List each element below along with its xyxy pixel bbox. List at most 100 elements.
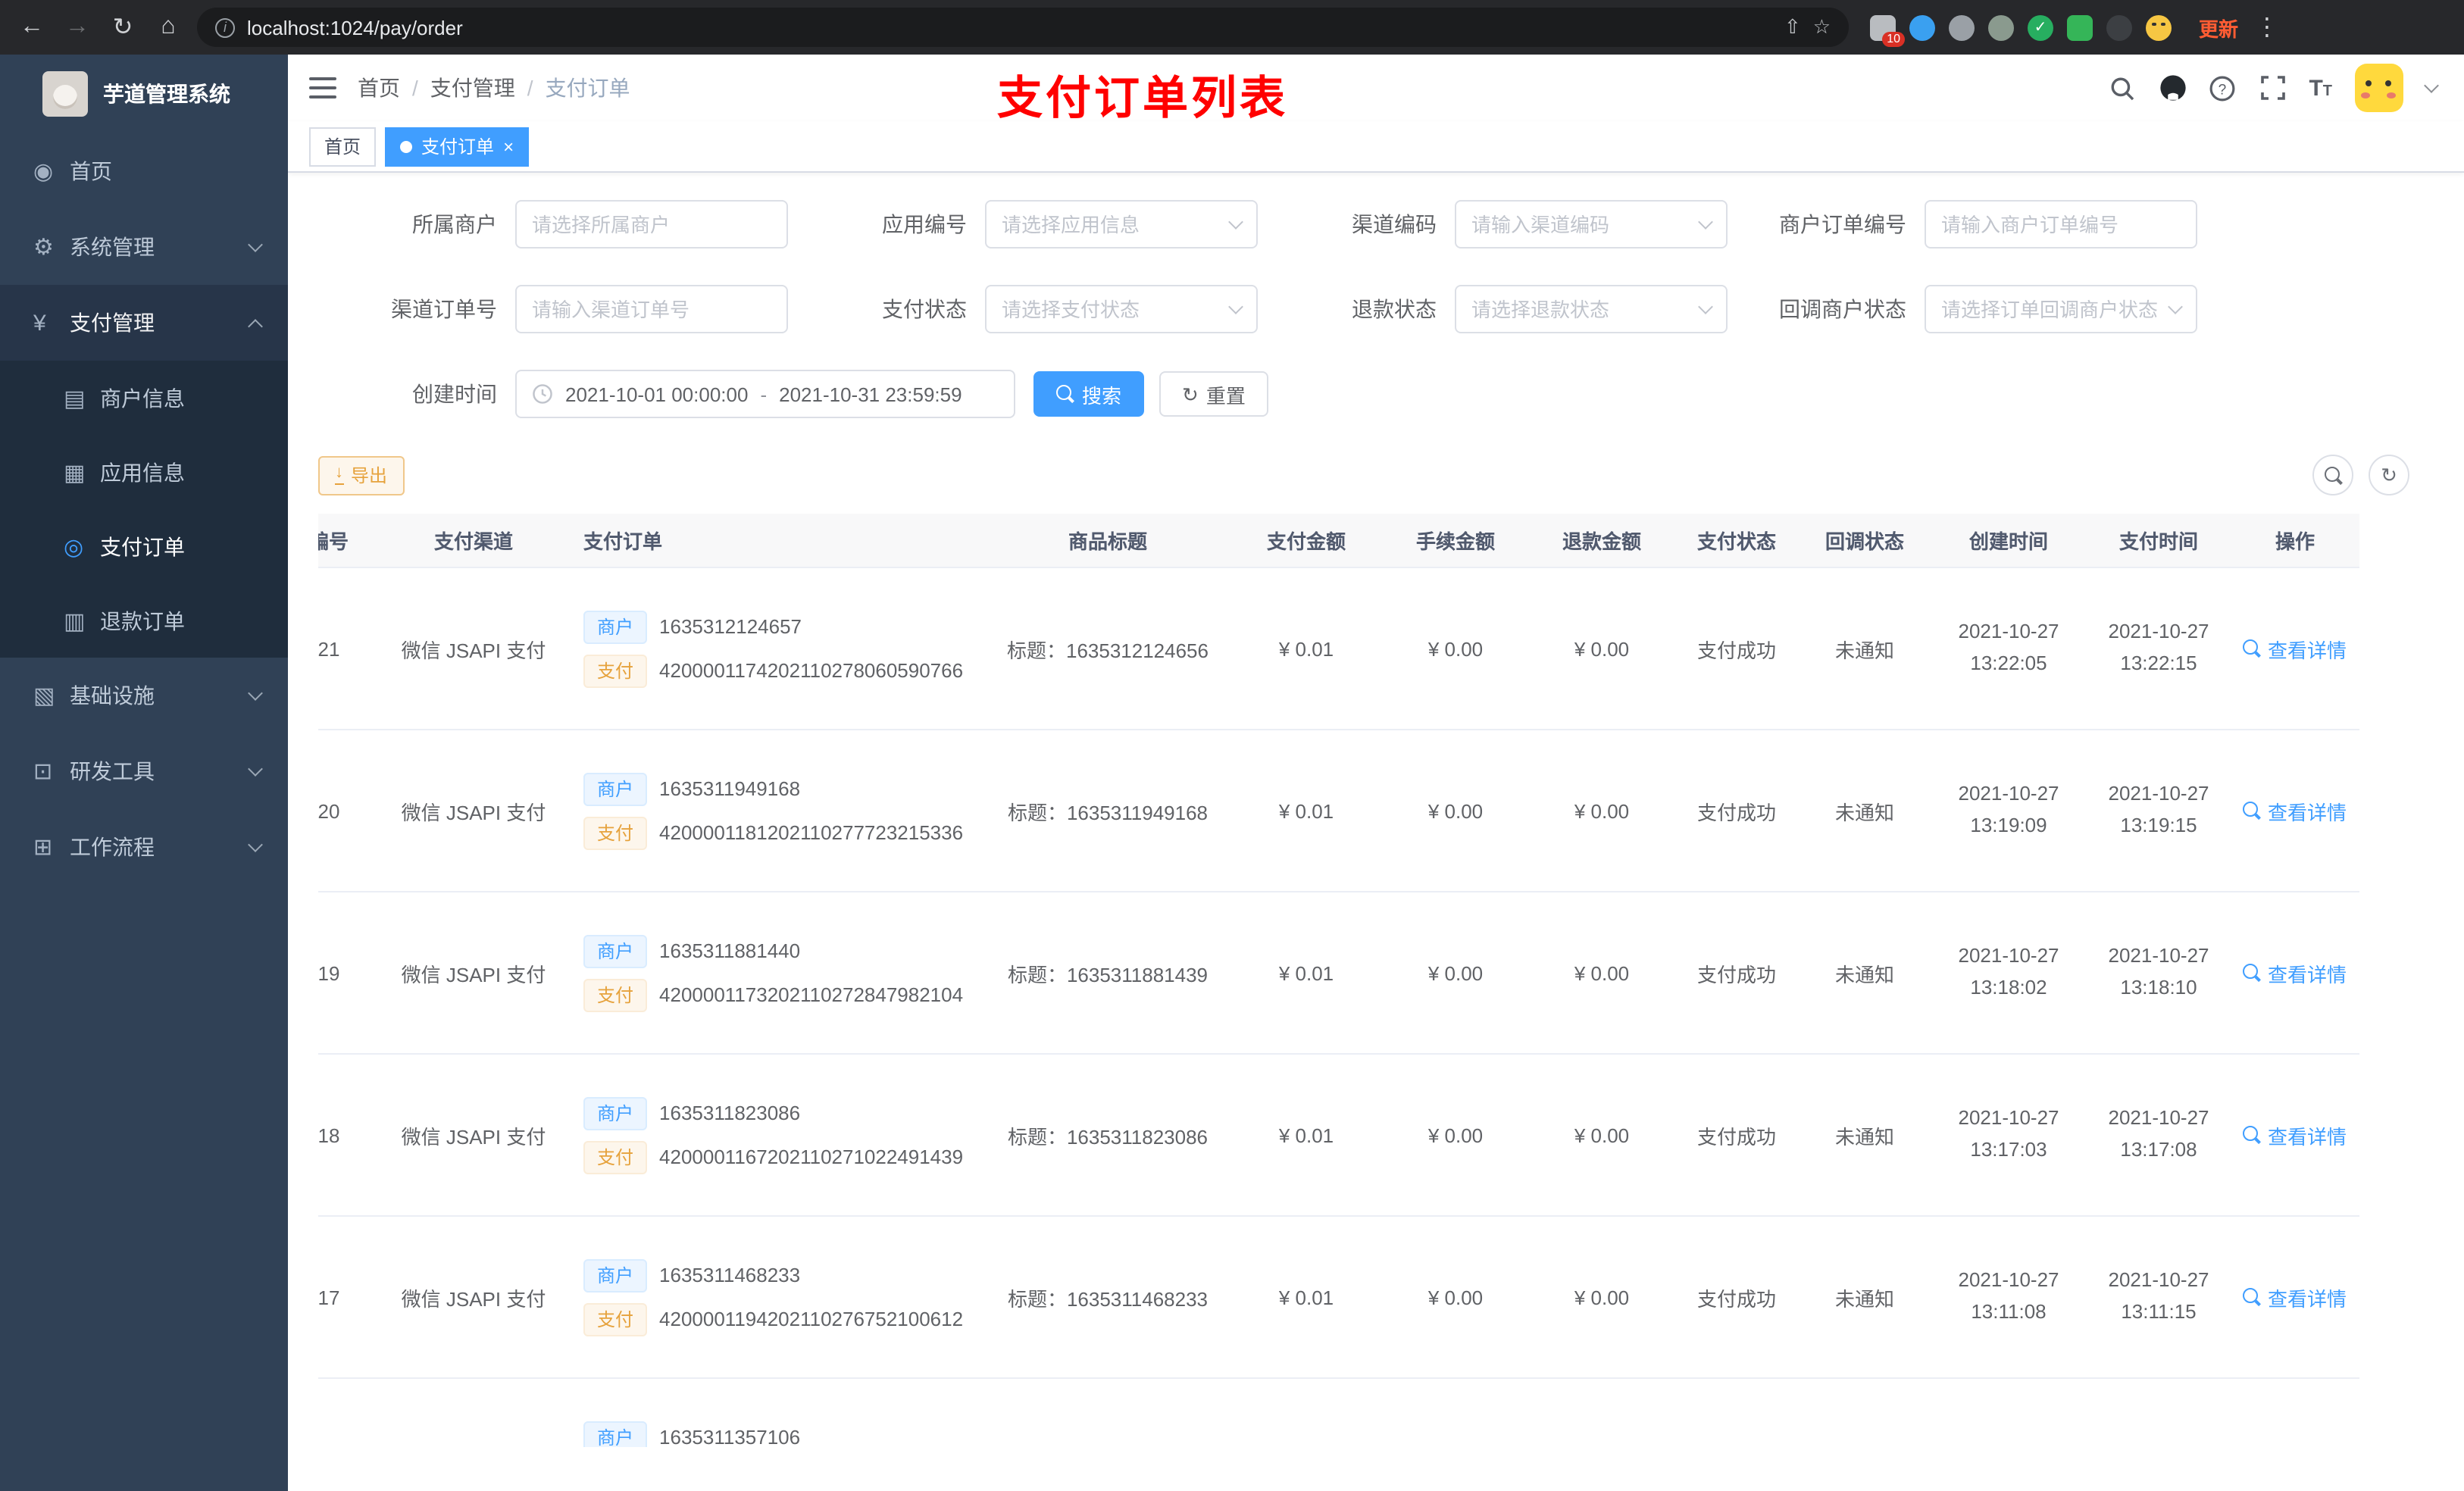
pay-tag: 支付 xyxy=(583,1140,648,1174)
sidebar-item-dev-tools[interactable]: ⊡ 研发工具 xyxy=(0,733,288,809)
merchant-order-no-input-wrap[interactable] xyxy=(1925,200,2197,248)
col-fee: 手续金额 xyxy=(1415,530,1495,553)
gray-extension-icon[interactable] xyxy=(1949,14,1975,40)
browser-menu-icon[interactable]: ⋮ xyxy=(2250,12,2284,42)
chevron-down-icon xyxy=(1228,299,1243,314)
avatar-dropdown-icon[interactable] xyxy=(2424,77,2439,92)
search-button[interactable]: 搜索 xyxy=(1033,371,1145,417)
pay-status-select[interactable] xyxy=(985,285,1258,333)
sidebar-item-workflow[interactable]: ⊞ 工作流程 xyxy=(0,809,288,885)
reset-button[interactable]: ↻ 重置 xyxy=(1159,371,1268,417)
pay-status-input[interactable] xyxy=(1002,298,1221,320)
view-detail-link[interactable]: 查看详情 xyxy=(2243,1283,2347,1311)
tab-home[interactable]: 首页 xyxy=(309,127,377,166)
merchant-filter-input[interactable] xyxy=(515,200,788,248)
toggle-search-button[interactable] xyxy=(2312,455,2353,495)
breadcrumb-pay-order: 支付订单 xyxy=(545,76,630,100)
tab-pay-order[interactable]: 支付订单 × xyxy=(385,127,530,166)
github-icon[interactable] xyxy=(2159,74,2186,102)
col-status: 支付状态 xyxy=(1696,530,1776,553)
url-text[interactable]: localhost:1024/pay/order xyxy=(247,16,1772,39)
merchant-tag: 商户 xyxy=(583,934,648,967)
browser-update-button[interactable]: 更新 xyxy=(2199,13,2238,42)
chevron-down-icon xyxy=(1698,299,1713,314)
back-icon[interactable]: ← xyxy=(15,14,48,41)
merchant-order-no-input[interactable] xyxy=(1941,213,2181,236)
check-extension-icon[interactable]: ✓ xyxy=(2028,14,2053,40)
sidebar-item-system[interactable]: ⚙ 系统管理 xyxy=(0,209,288,285)
sidebar-item-home[interactable]: ◉ 首页 xyxy=(0,133,288,209)
gray-extension-icon-2[interactable] xyxy=(1988,14,2014,40)
create-time: 2021-10-27 13:17:03 xyxy=(1958,1106,2059,1161)
merchant-order-no: 1635311823086 xyxy=(659,1102,801,1124)
app-no-input[interactable] xyxy=(1002,213,1221,236)
app-no-select[interactable] xyxy=(985,200,1258,248)
view-detail-link[interactable]: 查看详情 xyxy=(2243,1121,2347,1149)
fee-amount: ¥ 0.00 xyxy=(1427,799,1484,822)
col-title: 商品标题 xyxy=(1068,530,1147,553)
action-cell: 查看详情 xyxy=(2231,634,2359,663)
green-extension-icon[interactable] xyxy=(2067,14,2093,40)
user-avatar[interactable] xyxy=(2355,64,2403,112)
document-icon: ▥ xyxy=(64,608,86,634)
pay-order-no: 4200001167202110271022491439 xyxy=(659,1146,964,1168)
drop-extension-icon[interactable] xyxy=(1909,14,1935,40)
notify-status-select[interactable] xyxy=(1925,285,2197,333)
share-icon[interactable]: ⇧ xyxy=(1784,15,1801,39)
order-table: 编号 支付渠道 支付订单 商品标题 支付金额 手续金额 退款金额 支付状态 回调… xyxy=(318,514,2364,1447)
channel-code-input[interactable] xyxy=(1471,213,1691,236)
extensions-puzzle-icon[interactable]: 10 xyxy=(1870,14,1905,46)
channel-code-select[interactable] xyxy=(1455,200,1728,248)
fullscreen-icon[interactable] xyxy=(2259,74,2286,102)
app-title: 芋道管理系统 xyxy=(103,82,230,106)
export-button[interactable]: ↓ 导出 xyxy=(318,455,405,495)
sidebar-item-app-info[interactable]: ▦ 应用信息 xyxy=(0,435,288,509)
smiley-extension-icon[interactable] xyxy=(2146,14,2172,40)
create-time-range-picker[interactable]: 2021-10-01 00:00:00 - 2021-10-31 23:59:5… xyxy=(515,370,1015,418)
reload-icon[interactable]: ↻ xyxy=(106,12,139,42)
tab-close-icon[interactable]: × xyxy=(503,137,514,155)
hamburger-icon[interactable] xyxy=(309,77,336,98)
refund-amount: ¥ 0.00 xyxy=(1574,1286,1630,1308)
channel-order-no-input[interactable] xyxy=(532,298,771,320)
col-amount: 支付金额 xyxy=(1266,530,1346,553)
end-date-value[interactable]: 2021-10-31 23:59:59 xyxy=(779,383,962,405)
address-bar[interactable]: i localhost:1024/pay/order ⇧ ☆ xyxy=(197,8,1849,47)
create-time: 2021-10-27 13:11:08 xyxy=(1958,1268,2059,1323)
pin-extension-icon[interactable] xyxy=(2106,14,2132,40)
pay-amount: ¥ 0.01 xyxy=(1278,961,1334,984)
bookmark-star-icon[interactable]: ☆ xyxy=(1813,15,1831,39)
pay-time: 2021-10-27 13:17:08 xyxy=(2108,1106,2209,1161)
view-detail-link[interactable]: 查看详情 xyxy=(2243,796,2347,825)
sidebar-item-infra[interactable]: ▧ 基础设施 xyxy=(0,658,288,733)
sidebar-item-refund-order[interactable]: ▥ 退款订单 xyxy=(0,583,288,658)
site-info-icon[interactable]: i xyxy=(215,17,235,37)
home-icon[interactable]: ⌂ xyxy=(152,14,185,41)
channel-order-no-input-wrap[interactable] xyxy=(515,285,788,333)
breadcrumb: 首页 / 支付管理 / 支付订单 xyxy=(358,73,630,103)
action-cell: 查看详情 xyxy=(2231,1283,2359,1311)
font-size-icon[interactable]: TT xyxy=(2309,75,2332,101)
sidebar-item-pay-order[interactable]: ◎ 支付订单 xyxy=(0,509,288,583)
help-icon[interactable]: ? xyxy=(2209,74,2236,102)
sidebar-item-pay[interactable]: ¥ 支付管理 xyxy=(0,285,288,361)
refresh-table-button[interactable]: ↻ xyxy=(2369,455,2409,495)
breadcrumb-home[interactable]: 首页 xyxy=(358,73,400,103)
annotation-overlay: 支付订单列表 xyxy=(997,74,1288,124)
notify-status-input[interactable] xyxy=(1941,298,2161,320)
breadcrumb-pay[interactable]: 支付管理 xyxy=(430,73,515,103)
view-detail-link[interactable]: 查看详情 xyxy=(2243,634,2347,663)
search-icon[interactable] xyxy=(2109,74,2136,102)
refund-status-select[interactable] xyxy=(1455,285,1728,333)
refund-status-input[interactable] xyxy=(1471,298,1691,320)
search-icon xyxy=(2324,466,2342,484)
merchant-input[interactable] xyxy=(532,213,771,236)
forward-icon[interactable]: → xyxy=(61,14,94,41)
sidebar-item-merchant-info[interactable]: ▤ 商户信息 xyxy=(0,361,288,435)
yen-icon: ¥ xyxy=(33,310,46,336)
pay-status: 支付成功 xyxy=(1696,1287,1776,1310)
view-detail-link[interactable]: 查看详情 xyxy=(2243,958,2347,987)
start-date-value[interactable]: 2021-10-01 00:00:00 xyxy=(565,383,748,405)
view-detail-link[interactable]: 查看详情 xyxy=(2244,1445,2347,1447)
pay-amount: ¥ 0.01 xyxy=(1278,1286,1334,1308)
